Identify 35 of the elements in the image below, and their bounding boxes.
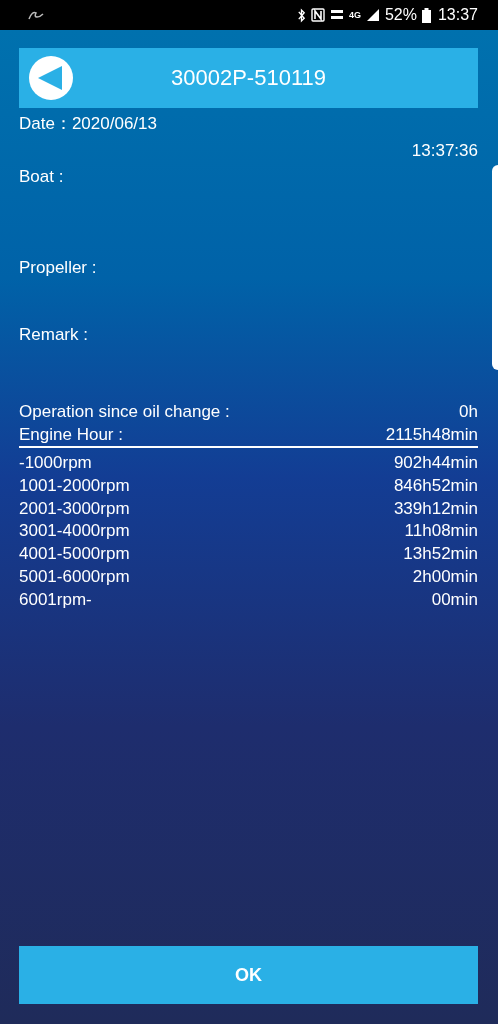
rpm-range: 4001-5000rpm xyxy=(19,543,130,566)
notification-icon xyxy=(28,10,44,20)
rpm-hours: 13h52min xyxy=(403,543,478,566)
rpm-hours: 846h52min xyxy=(393,475,478,498)
time-text: 13:37:36 xyxy=(411,141,478,160)
field-label: Propeller : xyxy=(19,258,97,277)
ok-button[interactable]: OK xyxy=(19,946,478,1004)
date-text: Date：2020/06/13 xyxy=(19,114,158,134)
signal-icon xyxy=(365,8,380,22)
field-label: Remark : xyxy=(19,325,88,344)
battery-icon xyxy=(421,7,431,23)
clock: 13:37 xyxy=(437,6,478,24)
device-title: 30002P-510119 xyxy=(170,65,327,91)
bluetooth-icon xyxy=(296,7,306,23)
nfc-icon xyxy=(310,8,325,22)
rpm-hours: 339h12min xyxy=(393,497,478,520)
rpm-range: 6001rpm- xyxy=(19,588,92,611)
summary-value: 0h xyxy=(459,401,478,423)
battery-percent: 52% xyxy=(384,6,417,24)
network-type: 4G xyxy=(348,10,361,20)
rpm-range: 3001-4000rpm xyxy=(19,520,130,543)
rpm-range: 5001-6000rpm xyxy=(19,565,130,588)
back-icon[interactable] xyxy=(29,56,73,100)
field-label: Boat : xyxy=(19,167,64,186)
rpm-hours: 00min xyxy=(431,588,478,611)
rpm-range: -1000rpm xyxy=(19,452,92,475)
summary-label: Engine Hour : xyxy=(19,423,123,446)
rpm-range: 1001-2000rpm xyxy=(19,475,130,498)
summary-value: 2115h48min xyxy=(385,423,478,446)
rpm-hours: 11h08min xyxy=(404,520,478,543)
rpm-hours: 2h00min xyxy=(412,565,478,588)
scroll-handle[interactable] xyxy=(492,165,498,370)
summary-label: Operation since oil change : xyxy=(19,401,230,423)
rpm-hours: 902h44min xyxy=(393,452,478,475)
rpm-range: 2001-3000rpm xyxy=(19,497,130,520)
